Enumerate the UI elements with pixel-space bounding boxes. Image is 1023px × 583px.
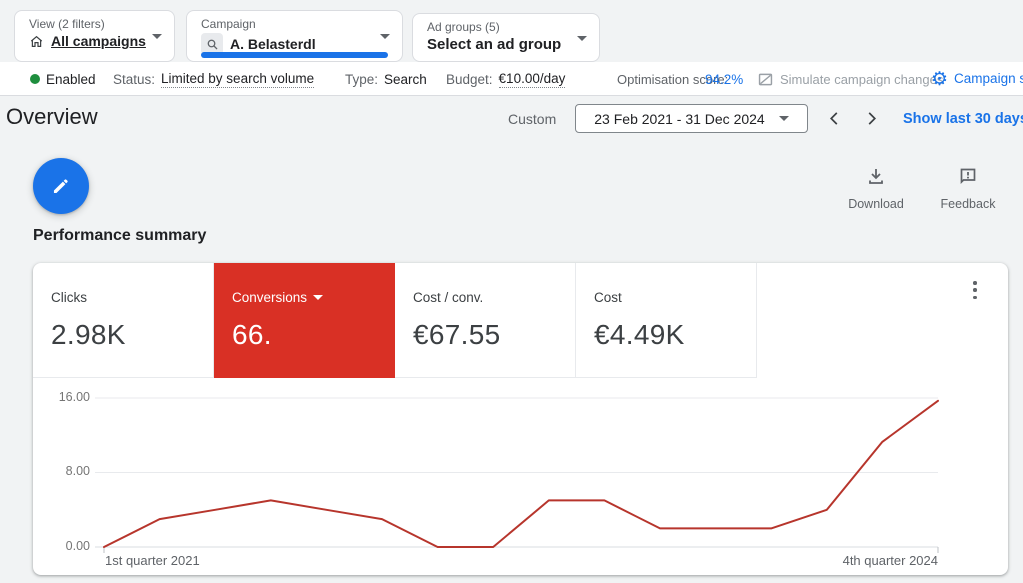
- feedback-button[interactable]: Feedback: [936, 166, 1000, 211]
- campaign-status-bar: Enabled Status: Limited by search volume…: [0, 62, 1023, 96]
- status-label: Status:: [113, 71, 156, 87]
- view-filter-label: View (2 filters): [29, 17, 105, 31]
- metric-label: Clicks: [51, 290, 87, 305]
- metric-cards-row: Clicks 2.98K Conversions 66. Cost / conv…: [33, 263, 757, 378]
- conversions-chart[interactable]: 16.00 8.00 0.00 1st quarter 2021 4th qua…: [33, 383, 1008, 575]
- feedback-label: Feedback: [940, 197, 996, 211]
- campaign-selected-indicator: [201, 52, 388, 58]
- previous-period-button[interactable]: [822, 106, 846, 130]
- simulate-icon: [757, 71, 774, 88]
- date-range-picker[interactable]: 23 Feb 2021 - 31 Dec 2024: [575, 104, 808, 133]
- page-title: Overview: [6, 104, 98, 129]
- metric-label: Conversions: [232, 290, 395, 305]
- x-axis-label-end: 4th quarter 2024: [842, 553, 938, 568]
- status-field: Status: Limited by search volume: [113, 62, 315, 96]
- chevron-down-icon: [380, 34, 390, 39]
- y-axis-tick: 0.00: [65, 539, 90, 553]
- metric-card-clicks[interactable]: Clicks 2.98K: [33, 263, 214, 378]
- metric-card-cost-per-conv[interactable]: Cost / conv. €67.55: [395, 263, 576, 378]
- enabled-dot-icon: [30, 74, 40, 84]
- metric-value: 66.: [232, 319, 272, 350]
- optimisation-score-value[interactable]: 94.2%: [705, 72, 743, 87]
- optimisation-score-label: Optimisation score:: [617, 71, 729, 87]
- metric-value: €4.49K: [594, 319, 685, 350]
- conversions-line: [103, 399, 939, 548]
- chart-canvas: [95, 397, 939, 553]
- download-button[interactable]: Download: [844, 166, 908, 211]
- type-value: Search: [384, 71, 427, 87]
- ad-group-dropdown[interactable]: Ad groups (5) Select an ad group: [412, 13, 600, 62]
- y-axis-tick: 16.00: [58, 390, 90, 404]
- campaign-dropdown[interactable]: Campaign A. Belasterdl: [186, 10, 403, 62]
- simulate-changes-button[interactable]: Simulate campaign changes: [757, 62, 944, 96]
- metric-label: Cost: [594, 290, 622, 305]
- chevron-down-icon: [152, 34, 162, 39]
- simulate-label: Simulate campaign changes: [780, 71, 944, 87]
- status-value[interactable]: Limited by search volume: [161, 71, 315, 88]
- enabled-status[interactable]: Enabled: [30, 62, 96, 96]
- gear-icon: ⚙: [931, 68, 949, 90]
- budget-field: Budget: €10.00/day: [446, 62, 566, 96]
- date-range-value: 23 Feb 2021 - 31 Dec 2024: [594, 110, 765, 127]
- y-axis-tick: 8.00: [65, 464, 90, 478]
- ad-groups-label: Ad groups (5): [427, 20, 500, 34]
- x-axis-label-start: 1st quarter 2021: [105, 553, 200, 568]
- optimisation-score: Optimisation score: 94.2%: [617, 62, 743, 96]
- campaign-value: A. Belasterdl: [230, 36, 316, 52]
- pencil-icon: [50, 175, 72, 197]
- card-options-menu-icon[interactable]: [966, 279, 984, 301]
- campaign-settings-button[interactable]: ⚙ Campaign settings: [931, 62, 1023, 96]
- view-filter-value: All campaigns: [51, 33, 146, 49]
- metric-card-conversions[interactable]: Conversions 66.: [214, 263, 395, 378]
- download-icon: [866, 169, 886, 190]
- chevron-down-icon: [778, 116, 789, 121]
- show-last-30-days-link[interactable]: Show last 30 days: [903, 111, 1023, 127]
- budget-value[interactable]: €10.00/day: [498, 71, 566, 88]
- metric-value: €67.55: [413, 319, 501, 350]
- metric-value: 2.98K: [51, 319, 126, 350]
- edit-button[interactable]: [33, 158, 89, 214]
- budget-label: Budget:: [446, 71, 493, 87]
- campaign-label: Campaign: [201, 17, 256, 31]
- ad-groups-value: Select an ad group: [427, 36, 562, 53]
- feedback-icon: [958, 168, 978, 190]
- performance-summary-title: Performance summary: [33, 227, 207, 244]
- chevron-down-icon: [577, 35, 587, 41]
- download-label: Download: [848, 197, 904, 211]
- chevron-down-icon[interactable]: [313, 295, 324, 300]
- home-icon: [29, 34, 44, 49]
- campaign-settings-label: Campaign settings: [954, 71, 1023, 86]
- metric-card-cost[interactable]: Cost €4.49K: [576, 263, 757, 378]
- view-filter-dropdown[interactable]: View (2 filters) All campaigns: [14, 10, 175, 62]
- type-label: Type:: [345, 71, 379, 87]
- metric-label: Cost / conv.: [413, 290, 484, 305]
- enabled-label: Enabled: [46, 71, 96, 87]
- date-range-type: Custom: [508, 111, 557, 127]
- type-field: Type: Search: [345, 62, 427, 96]
- next-period-button[interactable]: [860, 106, 884, 130]
- performance-summary-card: Clicks 2.98K Conversions 66. Cost / conv…: [33, 263, 1008, 575]
